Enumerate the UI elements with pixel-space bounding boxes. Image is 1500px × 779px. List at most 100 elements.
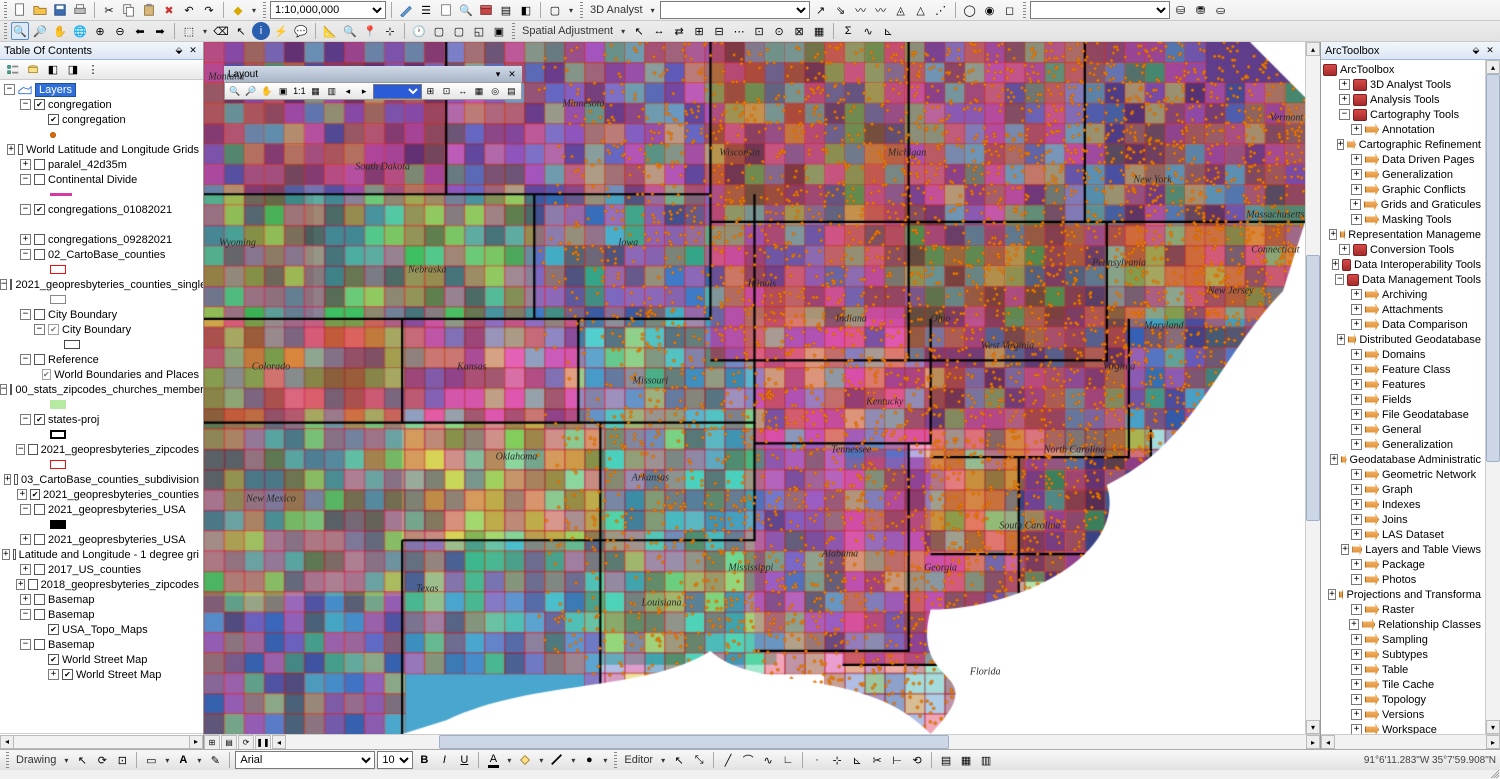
layer-item[interactable]: −2021_geopresbyteries_zipcodes: [0, 442, 203, 457]
grip-icon[interactable]: [512, 23, 515, 39]
lt-toggle1[interactable]: ⊞: [423, 84, 438, 99]
sa-tool5[interactable]: ⊟: [710, 22, 728, 40]
font-color-button[interactable]: A: [484, 751, 502, 769]
expander-icon[interactable]: +: [1351, 124, 1362, 135]
expander-icon[interactable]: +: [20, 159, 31, 170]
print-button[interactable]: [71, 1, 89, 19]
expander-icon[interactable]: +: [1330, 454, 1337, 465]
select-features-button[interactable]: ⬚: [180, 22, 198, 40]
visibility-checkbox[interactable]: [34, 564, 45, 575]
toolset-item[interactable]: +Feature Class: [1321, 362, 1485, 377]
atb-vscroll[interactable]: ▴ ▾: [1485, 60, 1500, 734]
window3-button[interactable]: ◱: [470, 22, 488, 40]
layer-item[interactable]: −Continental Divide: [0, 172, 203, 187]
fixed-zoom-out-button[interactable]: ⊖: [111, 22, 129, 40]
expander-icon[interactable]: +: [1337, 139, 1344, 150]
expander-icon[interactable]: +: [7, 144, 14, 155]
window4-button[interactable]: ▣: [490, 22, 508, 40]
edit-vertices-button[interactable]: ✎: [206, 751, 224, 769]
circle2-button[interactable]: ◉: [981, 1, 999, 19]
create-features[interactable]: ▥: [977, 751, 995, 769]
layer-item[interactable]: +Latitude and Longitude - 1 degree gri: [0, 547, 203, 562]
rectangle-tool[interactable]: ▭: [142, 751, 160, 769]
go-to-xy-button[interactable]: ⊹: [381, 22, 399, 40]
toolbox-item[interactable]: +Analysis Tools: [1321, 92, 1485, 107]
lt-rulers[interactable]: ↔: [455, 84, 470, 99]
toolset-item[interactable]: +Versions: [1321, 707, 1485, 722]
text-tool[interactable]: A: [174, 751, 192, 769]
map-hscroll-track[interactable]: [286, 735, 1306, 749]
save-button[interactable]: [51, 1, 69, 19]
layer-item[interactable]: −congregation: [0, 97, 203, 112]
refresh-button[interactable]: ⟳: [238, 735, 254, 750]
atb-vscroll-track[interactable]: [1486, 74, 1500, 720]
window1-button[interactable]: ▢: [430, 22, 448, 40]
expander-icon[interactable]: −: [20, 204, 31, 215]
toc-hscroll[interactable]: ◂ ▸: [0, 733, 203, 749]
expander-icon[interactable]: −: [4, 84, 15, 95]
add-data-button[interactable]: ◆: [229, 1, 247, 19]
list-by-visibility-button[interactable]: ◧: [44, 61, 62, 79]
toolset-item[interactable]: +Attachments: [1321, 302, 1485, 317]
arctoolbox-root[interactable]: ArcToolbox: [1321, 62, 1485, 77]
expander-icon[interactable]: +: [20, 534, 31, 545]
scroll-down-button[interactable]: ▾: [1306, 720, 1320, 734]
python-button[interactable]: ▤: [497, 1, 515, 19]
visibility-checkbox[interactable]: [14, 474, 18, 485]
grip-icon[interactable]: [614, 752, 617, 768]
toolset-item[interactable]: +Data Driven Pages: [1321, 152, 1485, 167]
expander-icon[interactable]: +: [1351, 529, 1362, 540]
edit-tool[interactable]: ↖: [670, 751, 688, 769]
map-scroll-right[interactable]: ▸: [1306, 735, 1320, 749]
toolset-item[interactable]: +Features: [1321, 377, 1485, 392]
arctoolbox-close-button[interactable]: ✕: [1484, 45, 1496, 57]
sa-tool13[interactable]: ⊾: [879, 22, 897, 40]
expander-icon[interactable]: +: [1351, 394, 1362, 405]
expander-icon[interactable]: +: [1351, 319, 1362, 330]
visibility-checkbox[interactable]: [34, 234, 45, 245]
lt-guides[interactable]: ▦: [471, 84, 486, 99]
visibility-checkbox[interactable]: [34, 639, 45, 650]
visibility-checkbox[interactable]: [34, 594, 45, 605]
expander-icon[interactable]: −: [20, 249, 31, 260]
lt-whole[interactable]: ▣: [276, 84, 291, 99]
rotate-edit[interactable]: ⟲: [908, 751, 926, 769]
expander-icon[interactable]: −: [16, 444, 25, 455]
toolset-item[interactable]: +LAS Dataset: [1321, 527, 1485, 542]
layer-button[interactable]: ▢: [546, 1, 564, 19]
arctoolbox-tree[interactable]: ArcToolbox +3D Analyst Tools+Analysis To…: [1321, 60, 1485, 734]
expander-icon[interactable]: +: [1351, 634, 1362, 645]
grip-icon[interactable]: [580, 2, 583, 18]
edit-vert[interactable]: ⊹: [828, 751, 846, 769]
catalog-button[interactable]: [437, 1, 455, 19]
expander-icon[interactable]: +: [1351, 379, 1362, 390]
expander-icon[interactable]: −: [1335, 274, 1344, 285]
map-vscroll-track[interactable]: [1306, 56, 1320, 720]
scroll-left-button[interactable]: ◂: [1321, 735, 1335, 749]
visibility-checkbox[interactable]: [28, 444, 37, 455]
layer-item[interactable]: +2018_geopresbyteries_zipcodes: [0, 577, 203, 592]
expander-icon[interactable]: +: [1351, 649, 1362, 660]
scroll-up-button[interactable]: ▴: [1486, 60, 1500, 74]
forward-button[interactable]: ➡: [151, 22, 169, 40]
expander-icon[interactable]: +: [1351, 214, 1362, 225]
expander-icon[interactable]: +: [1351, 574, 1362, 585]
zoom-in-button[interactable]: 🔍: [11, 22, 29, 40]
expander-icon[interactable]: +: [1351, 559, 1362, 570]
expander-icon[interactable]: +: [1339, 244, 1350, 255]
toolset-item[interactable]: +Workspace: [1321, 722, 1485, 734]
open-button[interactable]: [31, 1, 49, 19]
toolset-item[interactable]: +Cartographic Refinement: [1321, 137, 1485, 152]
select-elements-button[interactable]: ↖: [232, 22, 250, 40]
font-size-combobox[interactable]: 10: [377, 751, 413, 769]
grip-icon[interactable]: [4, 23, 7, 39]
toolset-item[interactable]: +Sampling: [1321, 632, 1485, 647]
lt-focus[interactable]: ◎: [488, 84, 503, 99]
expander-icon[interactable]: +: [20, 564, 31, 575]
expander-icon[interactable]: +: [1351, 514, 1362, 525]
pan-button[interactable]: ✋: [51, 22, 69, 40]
lt-fixed-out[interactable]: ▥: [324, 84, 339, 99]
graph-button[interactable]: ⋰: [932, 1, 950, 19]
time-slider-button[interactable]: 🕐: [410, 22, 428, 40]
visibility-checkbox[interactable]: [34, 309, 45, 320]
